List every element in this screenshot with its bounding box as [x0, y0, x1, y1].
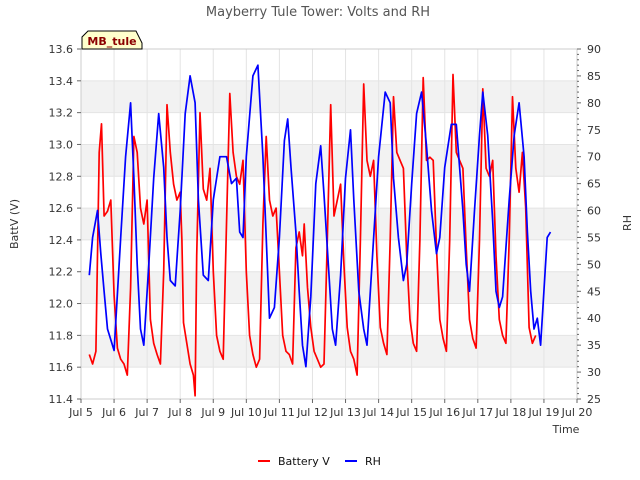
- y-tick-label: 12.4: [49, 234, 74, 247]
- y-tick-label: 11.8: [49, 329, 74, 342]
- y2-tick-label: 50: [587, 258, 601, 271]
- grid-band: [81, 208, 577, 240]
- x-tick-label: Jul 14: [362, 406, 394, 419]
- x-tick-label: Jul 15: [395, 406, 427, 419]
- y-tick-label: 12.2: [49, 266, 74, 279]
- y2-tick-label: 75: [587, 124, 601, 137]
- y-tick-label: 11.6: [49, 361, 74, 374]
- plot-area: Jul 5 Jul 6 Jul 7 Jul 8 Jul 9 Jul 10 Jul 11 Jul…: [49, 43, 602, 419]
- x-tick-label: Jul 6: [101, 406, 126, 419]
- x-tick-label: Jul 5: [68, 406, 93, 419]
- y-tick-label: 13.0: [49, 138, 74, 151]
- chart-title: Mayberry Tule Tower: Volts and RH: [206, 5, 430, 20]
- y-tick-label: 12.6: [49, 202, 74, 215]
- y2-tick-label: 60: [587, 205, 601, 218]
- grid-band: [81, 367, 577, 399]
- y2-tick-label: 25: [587, 393, 601, 406]
- y2-tick-label: 85: [587, 70, 601, 83]
- grid-band: [81, 80, 577, 113]
- y-tick-label: 13.2: [49, 107, 74, 120]
- y-tick-label: 13.4: [49, 75, 74, 88]
- x-tick-label: Jul 19: [528, 406, 560, 419]
- y-tick-label: 12.8: [49, 170, 74, 183]
- y2-tick-label: 30: [587, 366, 601, 379]
- x-tick-label: Jul 16: [428, 406, 460, 419]
- x-tick-label: Jul 18: [494, 406, 526, 419]
- x-axis-title: Time: [552, 423, 580, 436]
- x-tick-label: Jul 10: [230, 406, 262, 419]
- grid-band: [81, 49, 577, 81]
- x-tick-label: Jul 7: [134, 406, 159, 419]
- x-tick-label: Jul 13: [329, 406, 361, 419]
- y2-tick-label: 70: [587, 151, 601, 164]
- chart: Mayberry Tule Tower: Volts and RH Jul 5 J…: [0, 0, 640, 480]
- y-axis-title: BattV (V): [8, 199, 21, 249]
- station-badge: MB_tule: [81, 30, 143, 50]
- x-tick-label: Jul 20: [561, 406, 593, 419]
- y2-tick-label: 65: [587, 178, 601, 191]
- x-tick-label: Jul 12: [296, 406, 328, 419]
- y-tick-label: 12.0: [49, 298, 74, 311]
- x-tick-label: Jul 8: [167, 406, 192, 419]
- y2-tick-label: 45: [587, 285, 601, 298]
- y2-tick-label: 90: [587, 43, 601, 56]
- grid-band: [81, 303, 577, 336]
- legend-label-rh: RH: [365, 455, 381, 468]
- station-badge-label: MB_tule: [87, 35, 136, 48]
- y2-axis-title: RH: [621, 215, 634, 231]
- x-tick-label: Jul 11: [263, 406, 295, 419]
- y-tick-label: 13.6: [49, 43, 74, 56]
- x-tick-label: Jul 9: [200, 406, 225, 419]
- legend-label-battery: Battery V: [278, 455, 330, 468]
- y2-tick-label: 55: [587, 231, 601, 244]
- y-tick-label: 11.4: [49, 393, 74, 406]
- y2-tick-label: 35: [587, 339, 601, 352]
- y2-tick-label: 40: [587, 312, 601, 325]
- x-tick-label: Jul 17: [461, 406, 493, 419]
- y2-tick-label: 80: [587, 97, 601, 110]
